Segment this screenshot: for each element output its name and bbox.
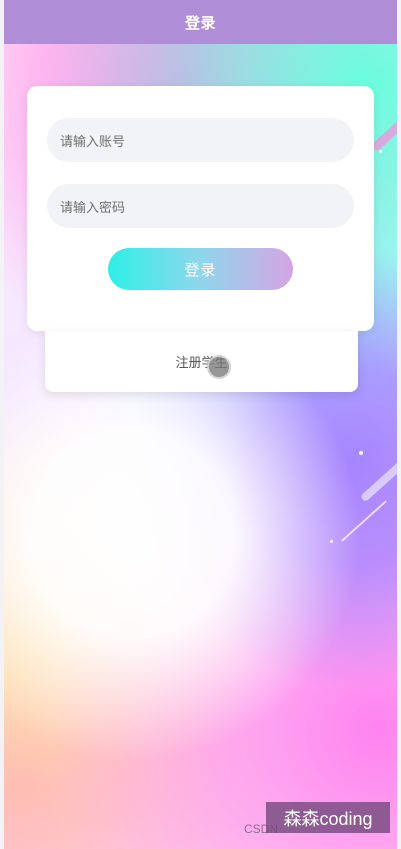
top-navigation-bar: 登录 (4, 0, 397, 44)
background-sparkle (379, 150, 382, 153)
account-placeholder: 请输入账号 (60, 134, 126, 150)
mobile-screen: 登录 请输入账号 请输入密码 登录 注册学生 CSDN 森森coding (4, 0, 397, 849)
password-input[interactable]: 请输入密码 (47, 184, 354, 228)
password-placeholder: 请输入密码 (60, 200, 126, 216)
login-button-label: 登录 (184, 260, 217, 279)
author-watermark-text: 森森coding (283, 808, 373, 829)
register-student-link[interactable]: 注册学生 (45, 331, 358, 392)
author-watermark: 森森coding (266, 802, 390, 833)
account-input[interactable]: 请输入账号 (47, 118, 354, 162)
background-streak (359, 441, 397, 503)
background-sparkle (359, 451, 363, 455)
background-sparkle (330, 540, 333, 543)
background-streak (370, 86, 397, 153)
background-streak (341, 500, 387, 542)
touch-cursor-indicator (207, 355, 231, 379)
login-card: 请输入账号 请输入密码 登录 (27, 86, 374, 331)
login-button[interactable]: 登录 (108, 248, 293, 290)
page-title: 登录 (184, 13, 216, 32)
